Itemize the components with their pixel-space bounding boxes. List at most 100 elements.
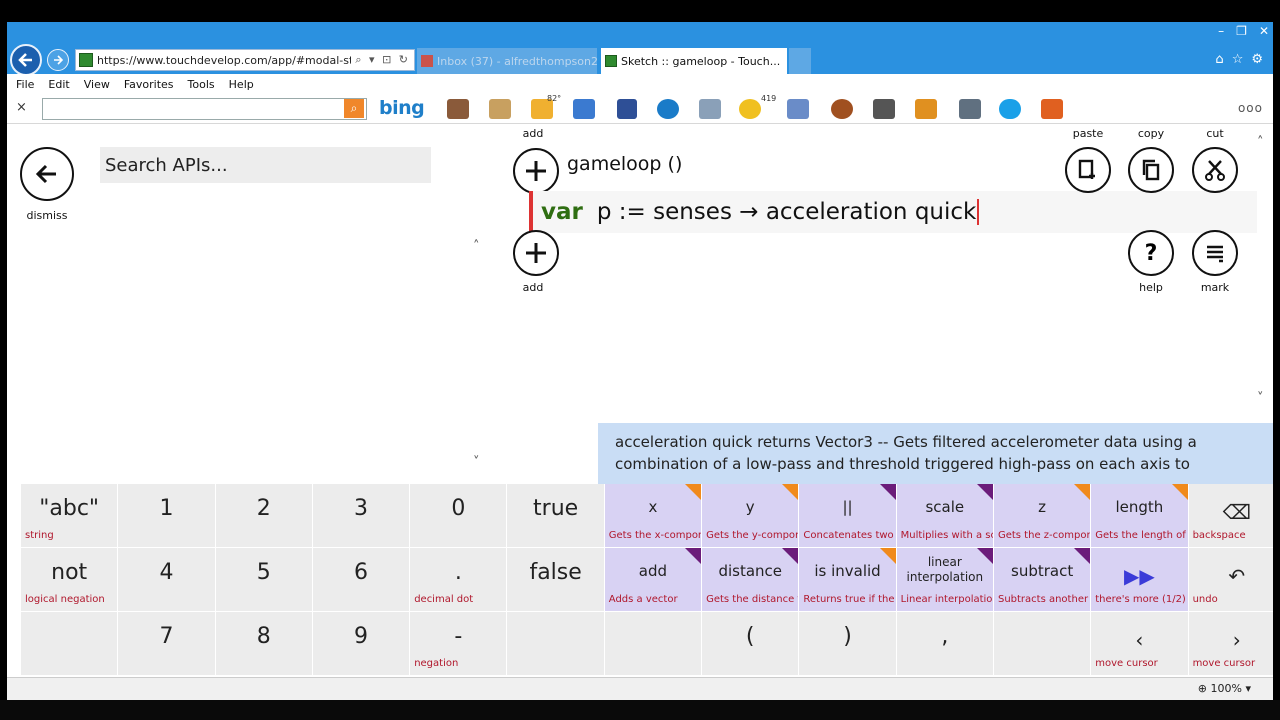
skype-icon[interactable] [999,99,1021,119]
menu-view[interactable]: View [84,78,110,91]
facebook-icon[interactable] [617,99,637,119]
corner-marker [1074,484,1091,500]
key-row1-1[interactable]: 1 [118,484,215,547]
toolbar-more-icon[interactable]: ooo [1238,101,1263,115]
minimize-icon[interactable]: – [1218,24,1224,38]
browser-forward-button[interactable] [47,49,69,71]
pencil-icon[interactable] [1041,99,1063,119]
key-row1-2[interactable]: 2 [215,484,312,547]
search-refresh-icons[interactable]: ⌕ ▾ ⊡ ↻ [351,53,414,67]
new-tab-button[interactable] [789,48,811,74]
action-title: gameloop () [567,153,683,175]
add-below-button[interactable] [513,230,559,276]
restore-icon[interactable]: ❐ [1236,24,1247,38]
key-label: scale [925,498,965,516]
key-row2-1[interactable]: 4 [118,548,215,611]
game-icon[interactable] [831,99,853,119]
key-sublabel: Multiplies with a sc [900,530,993,541]
menu-file[interactable]: File [16,78,34,91]
dismiss-button[interactable] [20,147,74,201]
key-row2-4[interactable]: . decimal dot [410,548,507,611]
menu-edit[interactable]: Edit [48,78,69,91]
mail-favicon-icon [421,55,433,67]
key-row1-4[interactable]: 0 [410,484,507,547]
key-row1-5[interactable]: true [507,484,604,547]
key-row1-10[interactable]: z Gets the z-compor [993,484,1091,547]
key-row2-2[interactable]: 5 [215,548,312,611]
key-row2-12[interactable]: ↶ undo [1188,548,1273,611]
gear-icon[interactable]: ⚙ [1251,52,1263,67]
key-label: ( [745,624,755,649]
key-row3-7[interactable]: ( [702,612,799,675]
chevron-down-icon[interactable]: ˅ [473,455,480,470]
key-row3-8[interactable]: ) [799,612,896,675]
key-row1-8[interactable]: || Concatenates two [799,484,896,547]
key-row3-3[interactable]: 9 [312,612,410,675]
key-row3-9[interactable]: , [896,612,993,675]
key-row2-0[interactable]: not logical negation [21,548,118,611]
chat-icon[interactable] [915,99,937,119]
corner-marker [1171,484,1188,500]
close-window-icon[interactable]: ✕ [1259,24,1269,38]
address-bar[interactable]: https://www.touchdevelop.com/app/#modal-… [75,49,415,71]
key-row1-9[interactable]: scale Multiplies with a sc [896,484,993,547]
key-row1-3[interactable]: 3 [312,484,410,547]
hp-icon[interactable] [657,99,679,119]
tab-inbox[interactable]: Inbox (37) - alfredthompson2... [417,48,597,74]
star-icon[interactable]: ☆ [1232,52,1244,67]
key-row2-7[interactable]: distance Gets the distance t [702,548,799,611]
scroll-down-icon[interactable]: ˅ [1257,391,1264,406]
key-row1-7[interactable]: y Gets the y-compor [702,484,799,547]
key-row2-3[interactable]: 6 [312,548,410,611]
menu-favorites[interactable]: Favorites [124,78,174,91]
key-row2-8[interactable]: is invalid Returns true if the [799,548,896,611]
chevron-up-icon[interactable]: ˄ [473,239,480,254]
scroll-up-icon[interactable]: ˄ [1257,135,1264,150]
sun-mail-icon[interactable] [739,99,761,119]
tab-close-icon[interactable]: × [786,55,787,68]
search-apis-input[interactable]: Search APIs... [100,147,431,183]
key-row1-0[interactable]: "abc" string [21,484,118,547]
key-row3-2[interactable]: 8 [215,612,312,675]
question-icon: ? [1144,240,1158,266]
key-row3-11[interactable]: ‹ move cursor [1091,612,1188,675]
key-row2-6[interactable]: add Adds a vector [604,548,702,611]
key-row3-1[interactable]: 7 [118,612,215,675]
key-row2-11[interactable]: ▶▶ there's more (1/2) [1091,548,1188,611]
like-icon[interactable] [787,99,809,119]
bing-logo[interactable]: bing [379,97,425,119]
plane-icon[interactable] [573,99,595,119]
zoom-level[interactable]: ⊕ 100% ▾ [1198,682,1251,695]
key-row1-11[interactable]: length Gets the length of [1091,484,1188,547]
key-row3-4[interactable]: - negation [410,612,507,675]
video-icon[interactable] [873,99,895,119]
home-icon[interactable]: ⌂ [1215,52,1223,67]
browser-back-button[interactable] [10,44,42,76]
toolbar-close-icon[interactable]: × [16,100,27,115]
paste-button[interactable] [1065,147,1111,193]
key-row3-12[interactable]: › move cursor [1188,612,1273,675]
tools-icon[interactable] [699,99,721,119]
comment-icon[interactable] [959,99,981,119]
toolbar-search-input[interactable] [42,98,367,120]
key-label: 0 [451,496,466,521]
add-above-button[interactable] [513,148,559,194]
cut-button[interactable] [1192,147,1238,193]
key-row2-9[interactable]: linear interpolation Linear interpolatio [896,548,993,611]
help-button[interactable]: ? [1128,230,1174,276]
copy-button[interactable] [1128,147,1174,193]
key-row2-10[interactable]: subtract Subtracts another [993,548,1091,611]
key-row2-5[interactable]: false [507,548,604,611]
code-statement[interactable]: var p := senses → acceleration quick [529,191,1257,233]
key-row1-6[interactable]: x Gets the x-compor [604,484,702,547]
toolbar-search-button[interactable]: ⌕ [344,99,364,118]
mail-icon[interactable] [489,99,511,119]
menu-help[interactable]: Help [229,78,254,91]
paste-caption: paste [1072,127,1104,140]
tab-sketch-active[interactable]: Sketch :: gameloop - Touch... × [601,48,787,74]
menu-tools[interactable]: Tools [188,78,215,91]
key-row1-12[interactable]: ⌫ backspace [1188,484,1273,547]
mark-button[interactable] [1192,230,1238,276]
news-icon[interactable] [447,99,469,119]
add-caption-bottom: add [522,281,544,294]
